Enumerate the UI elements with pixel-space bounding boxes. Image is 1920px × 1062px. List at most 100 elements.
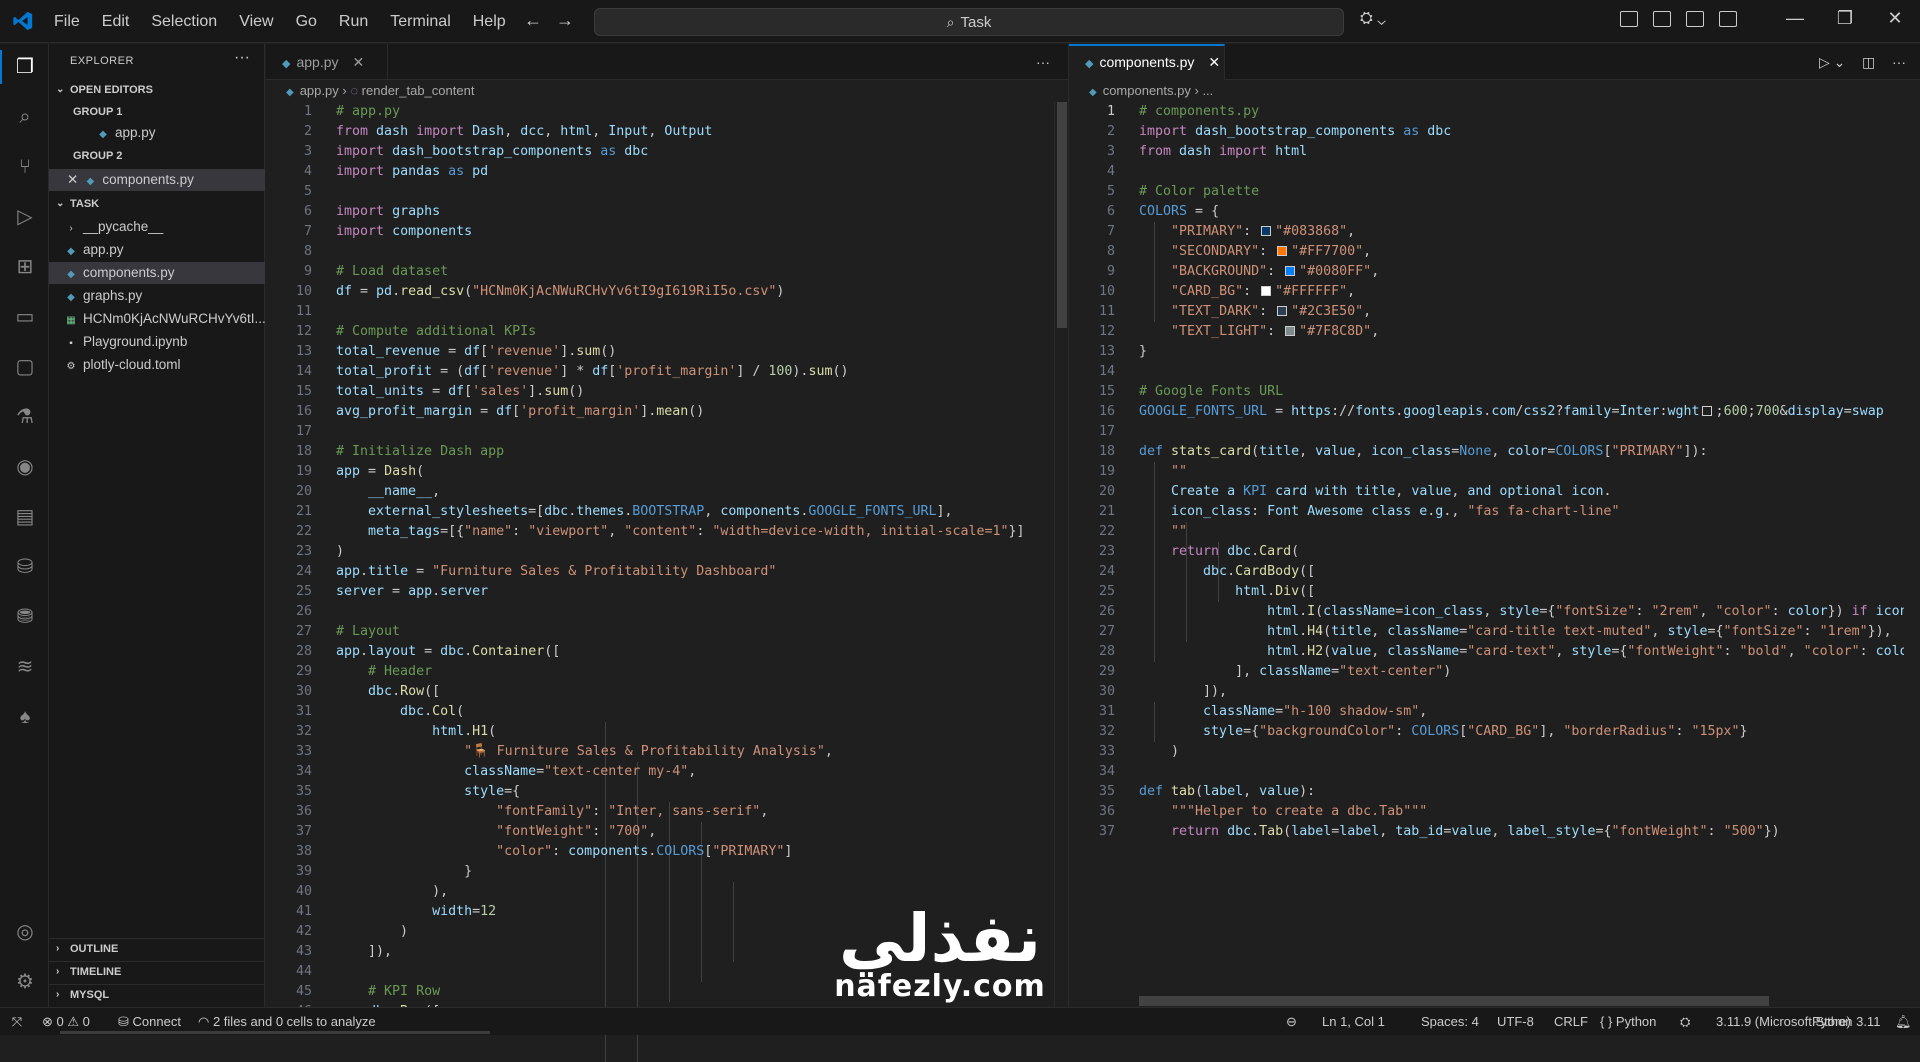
line-number: 21 — [295, 504, 312, 519]
left-code-area[interactable]: 1 # app.py 2 from dash import Dash, dcc, ht… — [266, 102, 1052, 1062]
docker-icon[interactable]: ▤ — [12, 504, 38, 530]
extensions-icon[interactable]: ⊞ — [12, 254, 38, 280]
copilot-status-icon[interactable]: ⛭ — [1680, 1008, 1690, 1035]
command-center-search[interactable]: ⌕ Task — [594, 8, 1344, 36]
scrollbar-thumb[interactable] — [1057, 102, 1067, 328]
zoom-icon[interactable]: ⊖ — [1286, 1008, 1297, 1035]
layers-icon[interactable]: ≋ — [12, 654, 38, 680]
github-icon[interactable]: ◉ — [12, 454, 38, 480]
toggle-primary-sidebar-icon[interactable] — [1653, 11, 1671, 27]
breadcrumb-file[interactable]: components.py — [1103, 83, 1191, 98]
left-vertical-scrollbar[interactable] — [1054, 102, 1068, 1007]
color-swatch[interactable] — [1277, 246, 1288, 256]
forward-arrow-icon[interactable]: → — [556, 10, 574, 30]
group1-label[interactable]: GROUP 1 — [49, 102, 265, 122]
open-editor-components-py[interactable]: ✕ ◆ components.py — [49, 169, 265, 191]
task-folder-section[interactable]: ⌄ TASK — [49, 194, 265, 214]
explorer-icon[interactable]: ❐ — [12, 54, 38, 80]
file-graphs-py[interactable]: ◆ graphs.py — [49, 285, 265, 307]
tab-app-py[interactable]: ◆ app.py ✕ — [266, 44, 388, 80]
breadcrumb-file[interactable]: app.py — [300, 83, 339, 98]
menu-terminal[interactable]: Terminal — [390, 13, 450, 31]
horizontal-scrollbar-thumb[interactable] — [1139, 996, 1769, 1006]
menu-view[interactable]: View — [239, 13, 273, 31]
breadcrumb: ◆ components.py › ... — [1089, 83, 1214, 98]
indentation[interactable]: Spaces: 4 — [1421, 1008, 1479, 1035]
line-number: 29 — [295, 664, 312, 679]
tab-components-py[interactable]: ◆ components.py ✕ — [1069, 44, 1225, 80]
remote-explorer-icon[interactable]: ▭ — [12, 304, 38, 330]
back-arrow-icon[interactable]: ← — [524, 10, 542, 30]
menu-selection[interactable]: Selection — [151, 13, 217, 31]
line-number: 5 — [303, 184, 312, 199]
toggle-panel-icon[interactable] — [1686, 11, 1704, 27]
color-swatch[interactable] — [1701, 406, 1712, 416]
source-control-icon[interactable]: ⑂ — [12, 154, 38, 180]
breadcrumb-symbol[interactable]: ... — [1202, 83, 1213, 98]
close-window-icon[interactable]: ✕ — [1870, 8, 1920, 29]
line-number: 27 — [295, 624, 312, 639]
line-number: 10 — [295, 284, 312, 299]
language-mode[interactable]: { } Python — [1600, 1008, 1656, 1035]
sql-tools-icon[interactable]: ⛃ — [12, 604, 38, 630]
testing-icon[interactable]: ⚗ — [12, 404, 38, 430]
open-editor-app-py[interactable]: ◆ app.py — [49, 122, 265, 144]
color-swatch[interactable] — [1261, 286, 1272, 296]
line-number: 13 — [295, 344, 312, 359]
timeline-section[interactable]: › TIMELINE — [49, 961, 265, 981]
remote-indicator-icon[interactable]: ⤧ — [0, 1008, 34, 1035]
notifications-bell-icon[interactable]: 🔔︎ — [1895, 1008, 1912, 1035]
copilot-icon[interactable]: ⛭ ⌄ — [1360, 10, 1386, 28]
code-text: server = app.server — [336, 584, 489, 599]
group2-label[interactable]: GROUP 2 — [49, 146, 265, 166]
mongodb-leaf-icon[interactable]: ♠ — [12, 704, 38, 730]
encoding[interactable]: UTF-8 — [1497, 1008, 1534, 1035]
menu-go[interactable]: Go — [296, 13, 317, 31]
code-text: import dash_bootstrap_components as dbc — [336, 144, 649, 159]
csv-file-icon: ▦ — [66, 315, 76, 326]
color-swatch[interactable] — [1277, 306, 1288, 316]
file-csv[interactable]: ▦ HCNm0KjAcNWuRCHvYv6tI... — [49, 308, 265, 330]
code-text: style={ — [464, 784, 521, 799]
split-editor-icon[interactable]: ◫ — [1862, 54, 1875, 71]
right-editor-group: ◆ components.py ✕ ▷ ⌄ ◫ ··· ◆ components.py… — [1069, 44, 1920, 1007]
file-app-py[interactable]: ◆ app.py — [49, 239, 265, 261]
left-editor-group: ◆ app.py ✕ ··· ◆ app.py › ◌ render_tab_cont… — [266, 44, 1068, 1062]
chat-icon[interactable]: ▢ — [12, 354, 38, 380]
color-swatch[interactable] — [1285, 266, 1296, 276]
more-actions-icon[interactable]: ··· — [234, 49, 250, 67]
search-view-icon[interactable]: ⌕ — [12, 104, 38, 130]
toggle-secondary-sidebar-icon[interactable] — [1719, 11, 1737, 27]
folder-pycache[interactable]: › __pycache__ — [49, 216, 265, 238]
right-code-area[interactable]: 1 # components.py 2 import dash_bootstrap_c… — [1069, 102, 1904, 1007]
close-editor-icon[interactable]: ✕ — [67, 172, 78, 187]
customize-layout-icon[interactable] — [1620, 11, 1638, 27]
mysql-section[interactable]: › MYSQL — [49, 984, 265, 1004]
menu-help[interactable]: Help — [473, 13, 506, 31]
more-actions-icon[interactable]: ··· — [1036, 54, 1050, 70]
line-endings[interactable]: CRLF — [1554, 1008, 1588, 1035]
outline-section[interactable]: › OUTLINE — [49, 938, 265, 958]
file-plotly-cloud-toml[interactable]: ⚙ plotly-cloud.toml — [49, 354, 265, 376]
restore-icon[interactable]: ❐ — [1820, 8, 1870, 29]
color-swatch[interactable] — [1261, 226, 1272, 236]
run-file-icon[interactable]: ▷ ⌄ — [1819, 54, 1845, 71]
database-icon[interactable]: ⛁ — [12, 554, 38, 580]
minimize-icon[interactable]: — — [1770, 8, 1820, 29]
python-version[interactable]: Python 3.11 — [1812, 1008, 1880, 1035]
run-debug-icon[interactable]: ▷ — [12, 204, 38, 230]
file-playground-ipynb[interactable]: ▪ Playground.ipynb — [49, 331, 265, 353]
menu-file[interactable]: File — [54, 13, 80, 31]
cursor-position[interactable]: Ln 1, Col 1 — [1322, 1008, 1385, 1035]
menu-edit[interactable]: Edit — [102, 13, 130, 31]
settings-gear-icon[interactable]: ⚙ — [12, 969, 38, 995]
close-tab-icon[interactable]: ✕ — [353, 54, 365, 70]
account-icon[interactable]: ◎ — [12, 919, 38, 945]
close-tab-icon[interactable]: ✕ — [1208, 54, 1220, 70]
file-components-py[interactable]: ◆ components.py — [49, 262, 265, 284]
color-swatch[interactable] — [1285, 326, 1296, 336]
more-actions-icon[interactable]: ··· — [1892, 54, 1906, 70]
open-editors-section[interactable]: ⌄ OPEN EDITORS — [49, 80, 265, 100]
breadcrumb-symbol[interactable]: render_tab_content — [362, 83, 475, 98]
menu-run[interactable]: Run — [339, 13, 368, 31]
